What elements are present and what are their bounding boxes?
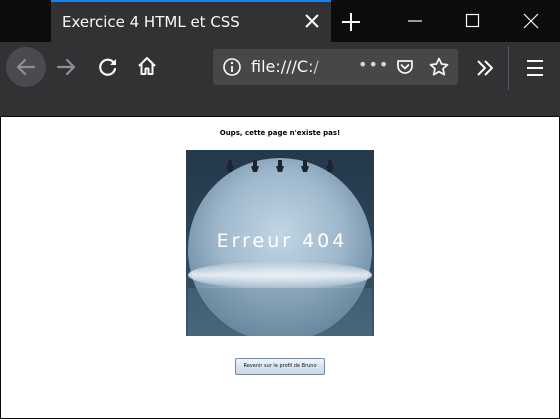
new-tab-plus-icon[interactable] [340, 11, 362, 33]
browser-window: Exercice 4 HTML et CSS file:///C:/ ••• O… [0, 0, 560, 419]
forward-arrow-icon[interactable] [55, 56, 77, 82]
page-actions-menu-icon[interactable]: ••• [358, 55, 389, 74]
toolbar-divider [508, 46, 509, 90]
url-bar[interactable]: file:///C:/ ••• [213, 49, 458, 85]
tab-strip: Exercice 4 HTML et CSS [0, 0, 560, 42]
page-content: Oups, cette page n'existe pas! Erreur 40… [1, 117, 559, 418]
back-to-profile-button[interactable]: Revenir sur le profil de Bruno [235, 358, 325, 375]
tab-close-icon[interactable] [303, 12, 321, 30]
tab-active[interactable]: Exercice 4 HTML et CSS [51, 0, 331, 42]
nav-toolbar: file:///C:/ ••• [0, 42, 560, 117]
tab-title: Exercice 4 HTML et CSS [62, 13, 240, 31]
url-fade [309, 55, 331, 79]
site-info-icon[interactable] [222, 57, 242, 81]
bookmark-star-icon[interactable] [428, 56, 450, 82]
window-close-icon[interactable] [502, 0, 560, 42]
home-icon[interactable] [136, 55, 158, 81]
back-arrow-icon[interactable] [6, 47, 46, 87]
overflow-chevron-icon[interactable] [474, 57, 496, 83]
page-heading: Oups, cette page n'existe pas! [219, 129, 341, 137]
window-minimize-icon[interactable] [386, 0, 444, 42]
reload-icon[interactable] [97, 56, 119, 82]
error-404-image: Erreur 404 [186, 150, 374, 336]
pocket-icon[interactable] [395, 57, 415, 81]
error-image-text: Erreur 404 [217, 230, 348, 252]
window-maximize-icon[interactable] [444, 0, 502, 42]
hamburger-menu-icon[interactable] [524, 57, 546, 83]
